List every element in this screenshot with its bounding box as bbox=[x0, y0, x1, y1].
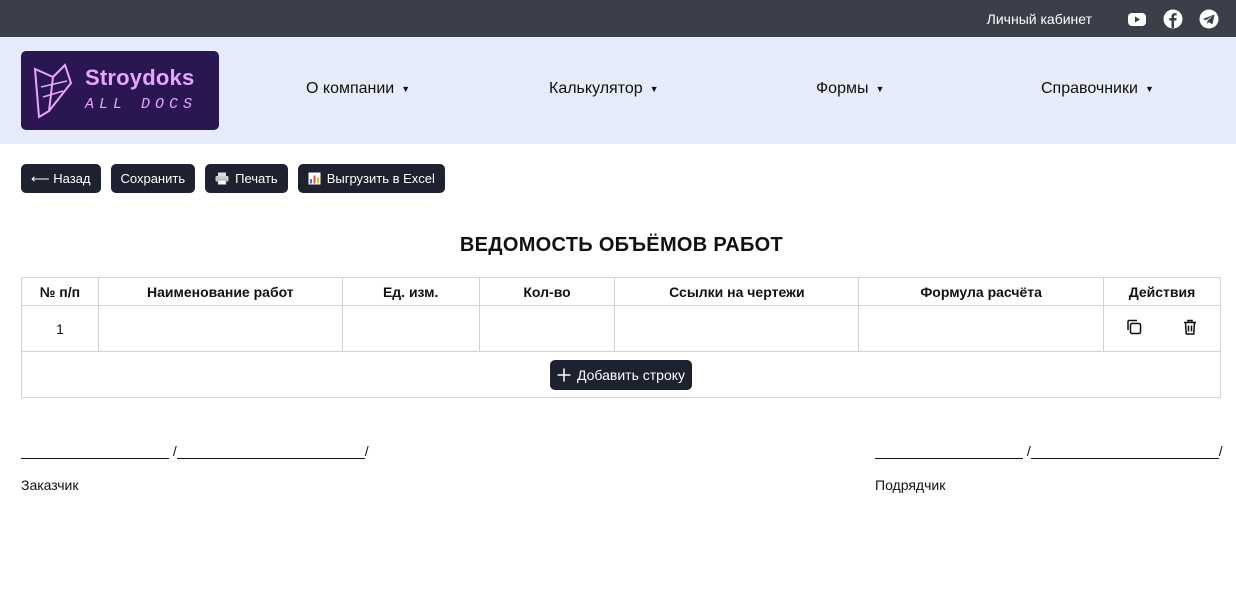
contractor-signature: / / Подрядчик bbox=[875, 443, 1223, 493]
copy-icon[interactable] bbox=[1124, 317, 1144, 337]
column-header: № п/п bbox=[21, 277, 99, 306]
column-header: Ссылки на чертежи bbox=[614, 277, 860, 306]
nav-forms[interactable]: Формы ▼ bbox=[816, 80, 884, 98]
telegram-icon[interactable] bbox=[1199, 9, 1219, 29]
toolbar: ⟵ Назад Сохранить Печать Выгрузить в Exc… bbox=[21, 164, 445, 193]
work-name-cell[interactable] bbox=[97, 305, 343, 352]
print-button[interactable]: Печать bbox=[205, 164, 288, 193]
export-excel-button[interactable]: Выгрузить в Excel bbox=[297, 164, 445, 193]
caret-down-icon: ▼ bbox=[875, 84, 885, 94]
table-row: 1 bbox=[21, 305, 1221, 352]
drawings-cell[interactable] bbox=[614, 305, 860, 352]
caret-down-icon: ▼ bbox=[649, 84, 659, 94]
export-excel-label: Выгрузить в Excel bbox=[326, 171, 435, 186]
logo-tagline: ALL DOCS bbox=[85, 96, 198, 113]
nav-references-label: Справочники bbox=[1041, 80, 1138, 97]
printer-icon bbox=[215, 172, 229, 185]
unit-cell[interactable] bbox=[341, 305, 480, 352]
contractor-label: Подрядчик bbox=[875, 477, 946, 493]
nav-about[interactable]: О компании ▼ bbox=[306, 80, 410, 98]
table-header-row: № п/п Наименование работ Ед. изм. Кол-во… bbox=[21, 277, 1221, 306]
add-row-label: Добавить строку bbox=[576, 366, 686, 383]
column-header: Формула расчёта bbox=[858, 277, 1105, 306]
personal-account-link[interactable]: Личный кабинет bbox=[987, 11, 1092, 27]
row-number: 1 bbox=[21, 305, 99, 352]
youtube-icon[interactable] bbox=[1127, 9, 1147, 29]
column-header: Ед. изм. bbox=[341, 277, 480, 306]
formula-cell[interactable] bbox=[858, 305, 1105, 352]
column-header: Кол-во bbox=[478, 277, 616, 306]
caret-down-icon: ▼ bbox=[401, 84, 411, 94]
logo-mark-icon bbox=[31, 61, 75, 124]
facebook-icon[interactable] bbox=[1163, 9, 1183, 29]
nav-calculator[interactable]: Калькулятор ▼ bbox=[549, 80, 659, 98]
signature-line: / / bbox=[21, 443, 369, 459]
signature-line: / / bbox=[875, 443, 1223, 459]
nav-calculator-label: Калькулятор bbox=[549, 80, 643, 97]
quantity-cell[interactable] bbox=[478, 305, 616, 352]
print-label: Печать bbox=[235, 171, 278, 186]
caret-down-icon: ▼ bbox=[1144, 84, 1154, 94]
works-table: № п/п Наименование работ Ед. изм. Кол-во… bbox=[21, 277, 1221, 398]
add-row: Добавить строку bbox=[21, 351, 1221, 398]
chart-icon bbox=[308, 172, 321, 185]
column-header: Действия bbox=[1103, 277, 1221, 306]
top-bar: Личный кабинет bbox=[0, 0, 1236, 37]
customer-signature: / / Заказчик bbox=[21, 443, 369, 493]
add-row-button[interactable]: Добавить строку bbox=[549, 359, 693, 390]
nav-forms-label: Формы bbox=[816, 80, 869, 97]
customer-label: Заказчик bbox=[21, 477, 79, 493]
trash-icon[interactable] bbox=[1180, 317, 1200, 337]
add-row-cell: Добавить строку bbox=[21, 351, 1221, 398]
nav-about-label: О компании bbox=[306, 80, 395, 97]
save-button[interactable]: Сохранить bbox=[110, 164, 196, 193]
logo-brand: Stroydoks bbox=[85, 65, 195, 90]
main-nav: Stroydoks ALL DOCS О компании ▼ Калькулят… bbox=[0, 37, 1236, 144]
actions-cell bbox=[1103, 305, 1221, 352]
plus-icon bbox=[557, 368, 571, 382]
document-title: ВЕДОМОСТЬ ОБЪЁМОВ РАБОТ bbox=[459, 234, 784, 256]
logo[interactable]: Stroydoks ALL DOCS bbox=[21, 51, 219, 130]
column-header: Наименование работ bbox=[97, 277, 343, 306]
back-button[interactable]: ⟵ Назад bbox=[21, 164, 101, 193]
nav-references[interactable]: Справочники ▼ bbox=[1041, 80, 1154, 98]
